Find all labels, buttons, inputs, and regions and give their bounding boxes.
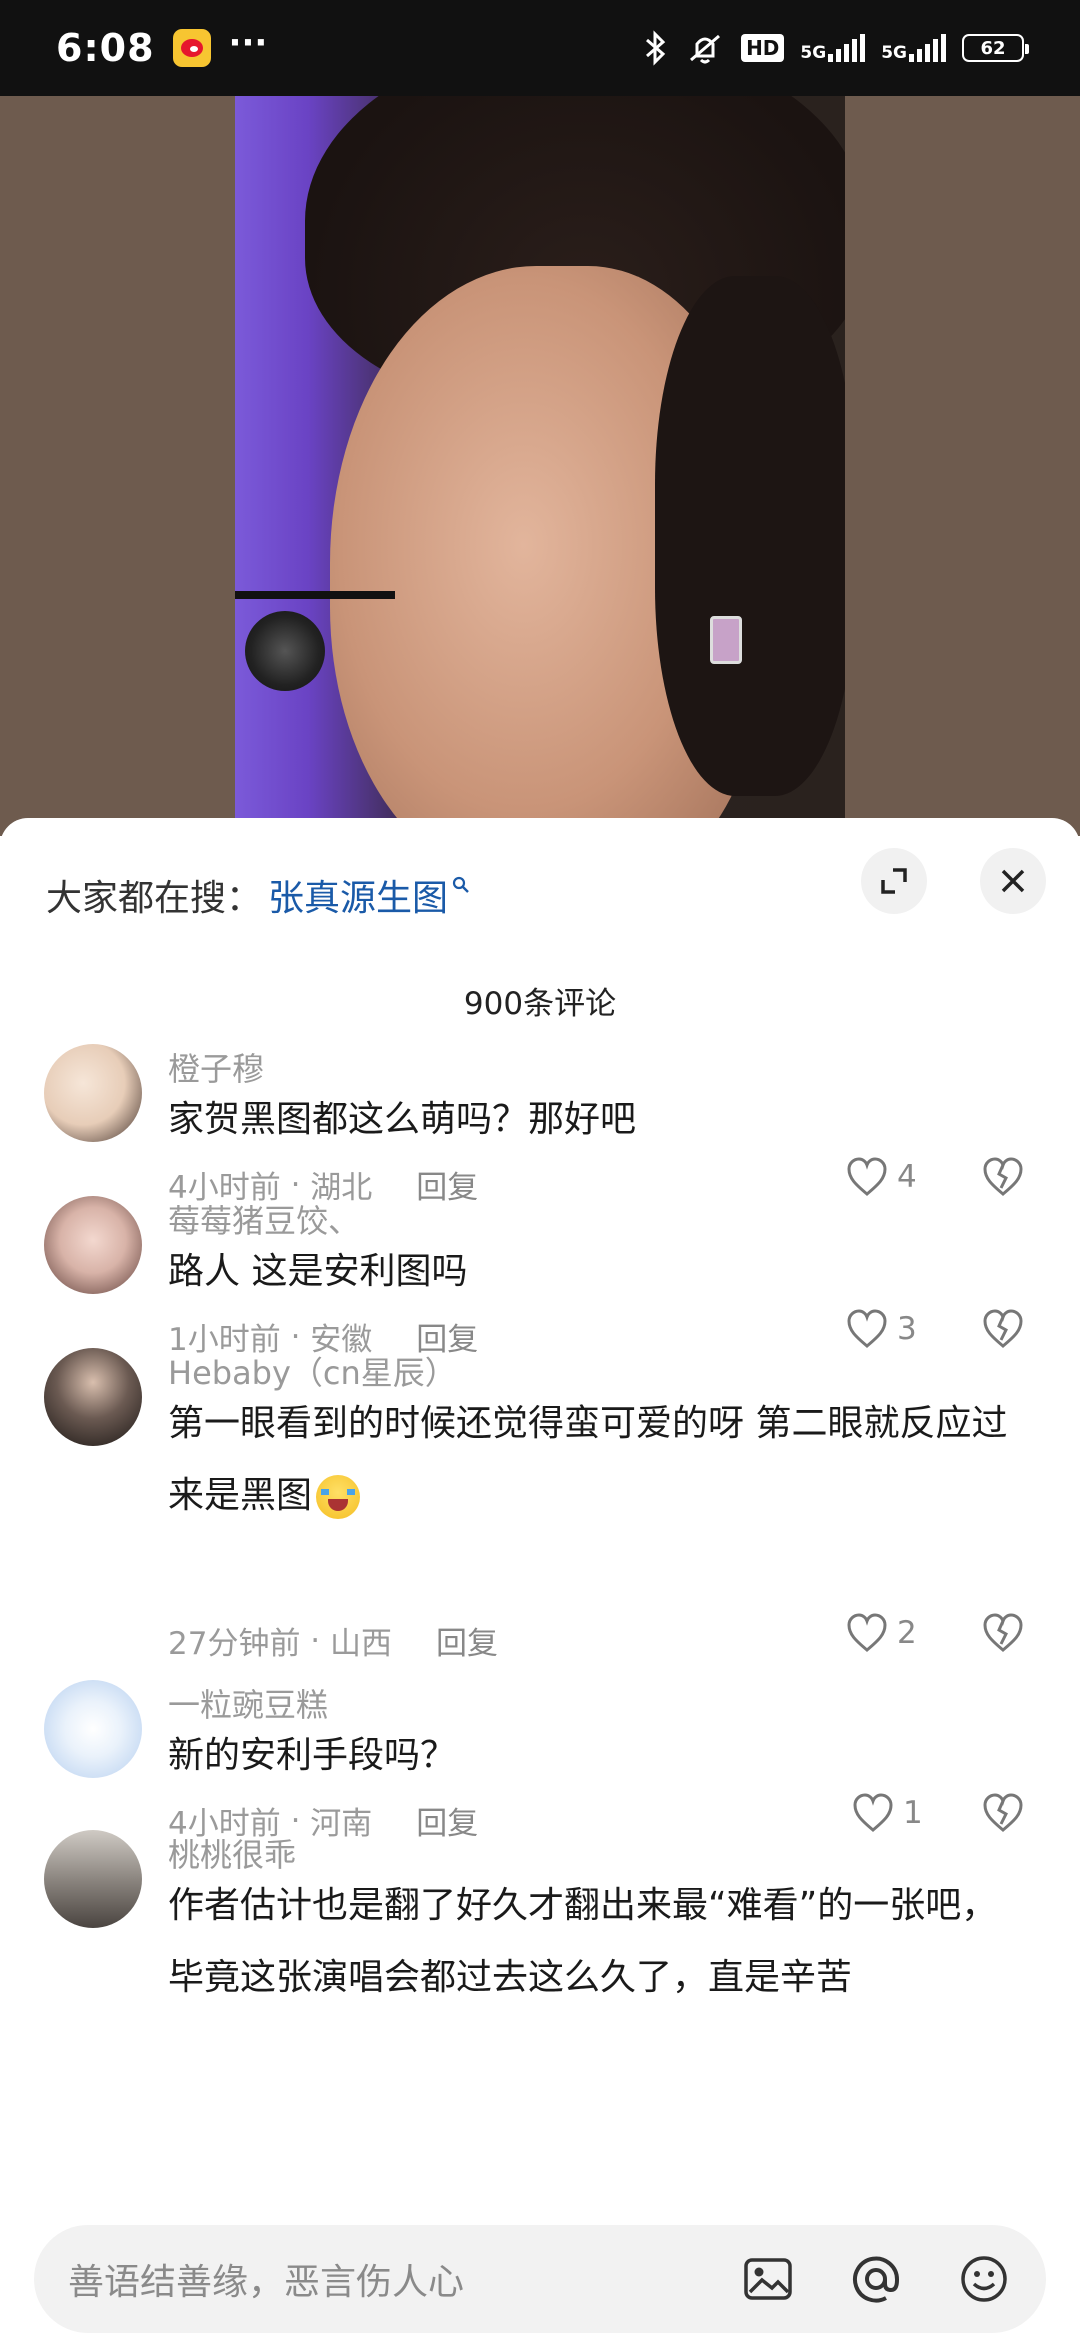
like-button[interactable]: 4 [845, 1156, 917, 1198]
network-label-1: 5G [800, 43, 827, 63]
like-count: 3 [897, 1311, 917, 1347]
comment-input-bar[interactable]: 善语结善缘，恶言伤人心 [34, 2225, 1046, 2333]
avatar[interactable] [44, 1196, 142, 1294]
like-button[interactable]: 2 [845, 1612, 917, 1654]
meta-separator: · [300, 1622, 331, 1659]
broken-heart-icon[interactable] [980, 1156, 1026, 1198]
hd-badge: HD [741, 34, 785, 62]
comment-input[interactable]: 善语结善缘，恶言伤人心 [68, 2253, 688, 2305]
battery-icon: 62 [962, 34, 1029, 62]
heart-icon [847, 1157, 887, 1196]
comment-time: 27分钟前 [168, 1626, 301, 1662]
photo-viewer[interactable] [0, 96, 1080, 836]
status-time: 6:08 [56, 26, 155, 70]
broken-heart-icon[interactable] [980, 1792, 1026, 1834]
image-button[interactable] [740, 2251, 796, 2307]
comment-text: 第一眼看到的时候还觉得蛮可爱的呀 第二眼就反应过来是黑图 [168, 1388, 1028, 1532]
comment-meta: 27分钟前 · 山西 回复 [168, 1618, 498, 1663]
laugh-cry-emoji-icon [316, 1475, 361, 1519]
comment-location: 河南 [310, 1806, 373, 1842]
image-icon [744, 2258, 792, 2300]
search-icon [452, 875, 470, 900]
network-label-2: 5G [881, 43, 907, 63]
emoji-icon [961, 2256, 1007, 2302]
avatar[interactable] [44, 1348, 142, 1446]
comment-text: 新的安利手段吗？ [168, 1735, 457, 1776]
like-count: 4 [897, 1159, 917, 1195]
reply-button[interactable]: 回复 [416, 1162, 478, 1207]
reply-button[interactable]: 回复 [436, 1618, 498, 1663]
heart-icon [853, 1793, 893, 1832]
photo-image[interactable] [235, 96, 845, 836]
mute-icon [690, 34, 721, 64]
comment-text: 作者估计也是翻了好久才翻出来最“难看”的一张吧，毕竟这张演唱会都过去这么久了，直… [168, 1885, 998, 1998]
close-icon [1001, 869, 1025, 893]
close-button[interactable] [980, 848, 1046, 914]
like-button[interactable]: 1 [851, 1792, 923, 1834]
trending-search-prefix: 大家都在搜： [46, 878, 263, 919]
battery-level: 62 [980, 37, 1006, 59]
mention-button[interactable] [848, 2251, 904, 2307]
heart-icon [847, 1309, 887, 1348]
comment-text-body: 第一眼看到的时候还觉得蛮可爱的呀 第二眼就反应过来是黑图 [168, 1403, 1008, 1516]
heart-icon [847, 1613, 887, 1652]
status-more-dots: ··· [228, 23, 268, 63]
trending-search-keyword[interactable]: 张真源生图 [268, 869, 448, 921]
expand-icon [881, 868, 907, 894]
at-icon [853, 2256, 900, 2303]
avatar[interactable] [44, 1044, 142, 1142]
signal-icon [828, 34, 866, 62]
comments-sheet: 大家都在搜： 张真源生图 900条评论 橙子穆 家贺黑图都这么萌吗？那好吧 4小… [0, 818, 1080, 2344]
avatar[interactable] [44, 1830, 142, 1928]
like-count: 2 [897, 1615, 917, 1651]
reply-button[interactable]: 回复 [416, 1798, 478, 1843]
comment-text: 家贺黑图都这么萌吗？那好吧 [168, 1099, 637, 1140]
signal-icon [909, 34, 946, 62]
broken-heart-icon[interactable] [980, 1612, 1026, 1654]
like-button[interactable]: 3 [845, 1308, 917, 1350]
like-count: 1 [903, 1795, 923, 1831]
bluetooth-icon [646, 30, 666, 66]
status-bar: 6:08 ··· HD 5G 5G 62 [0, 0, 1080, 96]
comment-location: 山西 [330, 1626, 393, 1662]
emoji-button[interactable] [956, 2251, 1012, 2307]
scroll-fade [0, 2128, 1080, 2228]
expand-button[interactable] [861, 848, 927, 914]
avatar[interactable] [44, 1680, 142, 1778]
comments-count: 900条评论 [463, 986, 617, 1022]
comment-text: 路人 这是安利图吗 [168, 1251, 468, 1292]
weibo-app-icon [172, 29, 211, 67]
broken-heart-icon[interactable] [980, 1308, 1026, 1350]
